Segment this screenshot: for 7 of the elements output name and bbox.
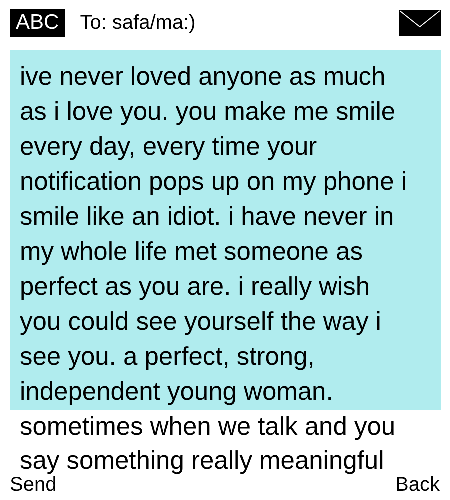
send-softkey[interactable]: Send [10,475,57,495]
message-text: ive never loved anyone as much as i love you. you make me smile every day, every time your notification pops up on my phone i smile like an idiot. i have never in my whole life met someone as perfect as you are. i really wish you could see yourself the way i see you. a perfect, strong, independent young woman. [20,62,408,408]
back-softkey[interactable]: Back [396,475,440,495]
recipient-label: To: safa/ma:) [80,12,197,34]
message-text: sometimes when we talk and you say something really meaningful [20,412,396,476]
envelope-icon [399,10,441,36]
input-mode-indicator: ABC [10,9,66,37]
